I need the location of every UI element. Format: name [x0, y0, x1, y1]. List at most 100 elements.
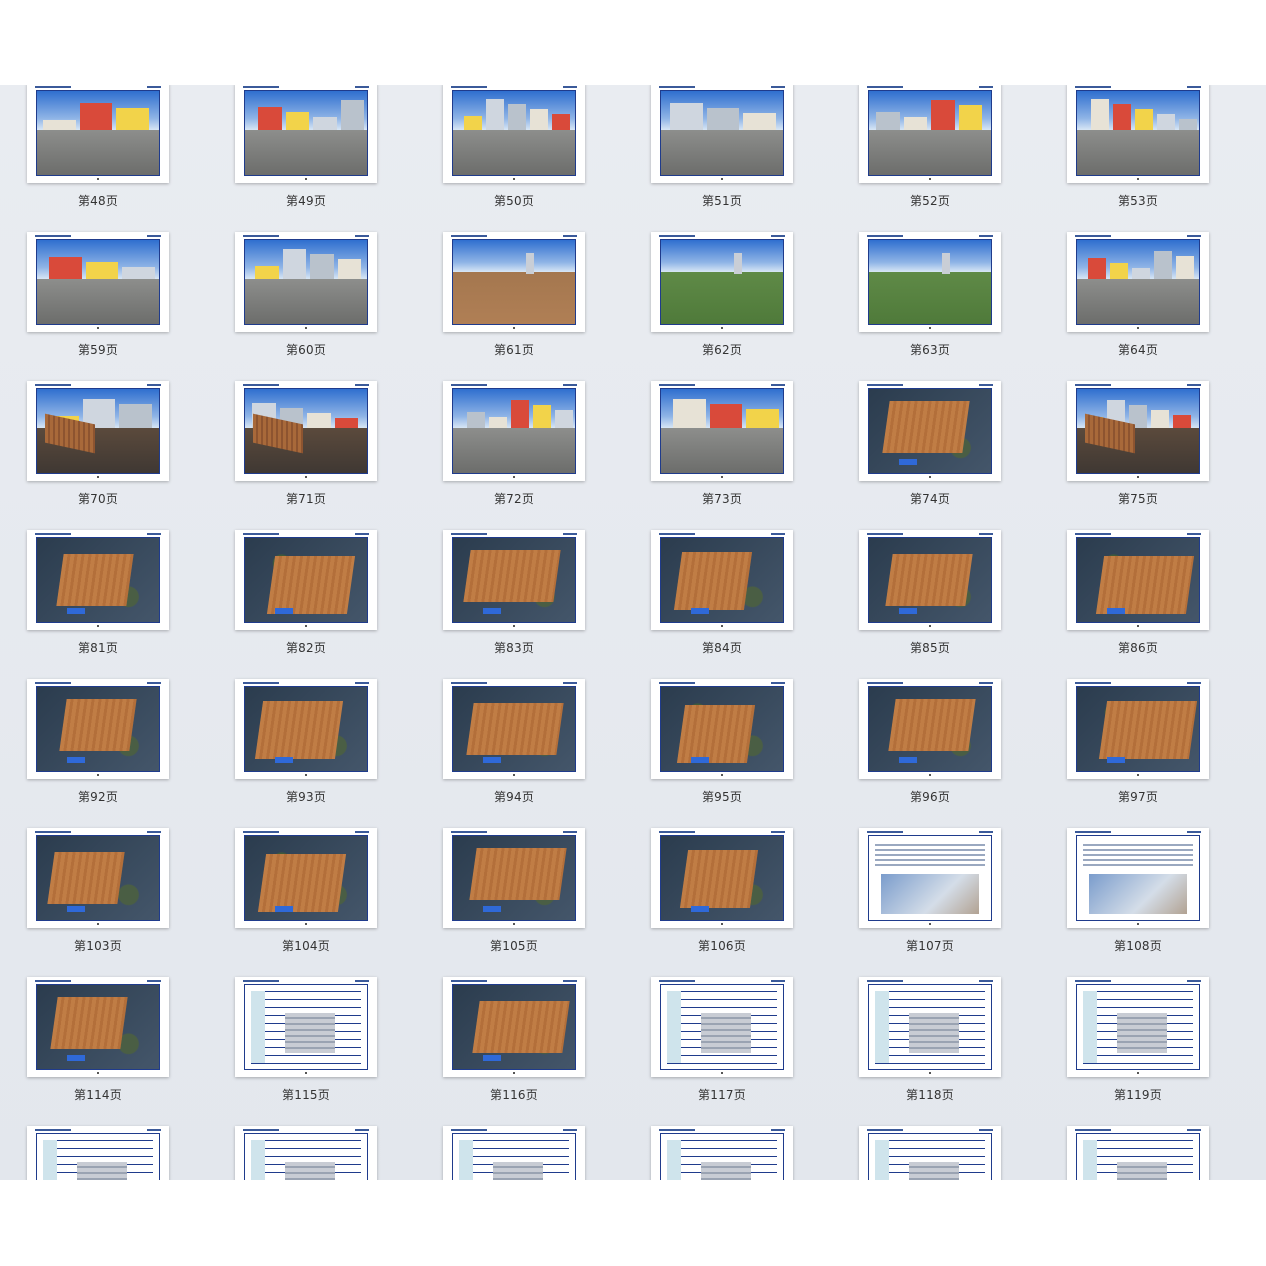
page-header-rule — [1075, 831, 1201, 834]
page-preview-image — [36, 1133, 160, 1180]
page-header-rule — [1075, 682, 1201, 685]
page-thumbnail[interactable] — [1067, 977, 1209, 1077]
page-thumbnail[interactable] — [859, 977, 1001, 1077]
page-thumbnail[interactable] — [443, 85, 585, 183]
page-thumbnail[interactable] — [27, 381, 169, 481]
page-thumbnail[interactable] — [235, 381, 377, 481]
page-number-mark — [929, 1072, 931, 1074]
page-number-mark — [721, 923, 723, 925]
page-thumbnail[interactable] — [859, 85, 1001, 183]
page-thumbnail[interactable] — [1067, 828, 1209, 928]
page-thumbnail[interactable] — [651, 85, 793, 183]
page-thumbnail[interactable] — [651, 381, 793, 481]
page-thumbnail[interactable] — [443, 381, 585, 481]
page-header-rule — [659, 980, 785, 983]
page-thumbnail[interactable] — [651, 1126, 793, 1180]
page-header-rule — [867, 533, 993, 536]
page-thumbnail[interactable] — [235, 977, 377, 1077]
page-thumbnail[interactable] — [443, 977, 585, 1077]
page-number-mark — [929, 625, 931, 627]
page-header-rule — [243, 86, 369, 89]
page-preview-image — [660, 537, 784, 623]
page-thumbnail[interactable] — [27, 679, 169, 779]
page-thumbnail[interactable] — [443, 828, 585, 928]
page-thumbnail[interactable] — [651, 679, 793, 779]
page-header-rule — [35, 235, 161, 238]
page-thumbnail[interactable] — [27, 828, 169, 928]
page-header-rule — [243, 235, 369, 238]
page-preview-image — [660, 984, 784, 1070]
page-number-label: 第62页 — [701, 343, 743, 357]
page-thumbnail[interactable] — [443, 530, 585, 630]
page-thumbnail[interactable] — [1067, 85, 1209, 183]
page-thumbnail[interactable] — [859, 232, 1001, 332]
page-header-rule — [451, 682, 577, 685]
page-number-mark — [721, 625, 723, 627]
page-thumbnail[interactable] — [235, 1126, 377, 1180]
page-header-rule — [35, 831, 161, 834]
page-thumbnail[interactable] — [651, 232, 793, 332]
page-thumbnail[interactable] — [651, 828, 793, 928]
page-thumbnail[interactable] — [235, 232, 377, 332]
page-header-rule — [1075, 235, 1201, 238]
page-number-mark — [721, 178, 723, 180]
page-thumbnail[interactable] — [1067, 381, 1209, 481]
page-number-label: 第117页 — [698, 1088, 746, 1102]
page-number-label: 第115页 — [282, 1088, 330, 1102]
page-thumbnail[interactable] — [235, 679, 377, 779]
page-thumbnail[interactable] — [443, 679, 585, 779]
page-preview-image — [244, 984, 368, 1070]
page-thumbnail[interactable] — [27, 977, 169, 1077]
page-thumbnail[interactable] — [1067, 1126, 1209, 1180]
page-preview-image — [244, 835, 368, 921]
page-preview-image — [244, 1133, 368, 1180]
page-number-mark — [513, 178, 515, 180]
page-thumbnail[interactable] — [859, 828, 1001, 928]
page-number-mark — [1137, 1072, 1139, 1074]
page-preview-image — [868, 239, 992, 325]
page-number-label: 第116页 — [490, 1088, 538, 1102]
page-number-mark — [513, 774, 515, 776]
page-thumbnail[interactable] — [859, 530, 1001, 630]
page-thumbnail[interactable] — [27, 1126, 169, 1180]
page-header-rule — [35, 1129, 161, 1132]
page-preview-image — [660, 90, 784, 176]
page-number-label: 第75页 — [1117, 492, 1159, 506]
page-preview-image — [868, 835, 992, 921]
page-number-mark — [1137, 178, 1139, 180]
page-thumbnail[interactable] — [859, 381, 1001, 481]
page-thumbnail[interactable] — [235, 530, 377, 630]
page-preview-image — [452, 835, 576, 921]
page-preview-image — [868, 686, 992, 772]
page-preview-image — [1076, 388, 1200, 474]
page-number-mark — [97, 327, 99, 329]
page-number-label: 第48页 — [77, 194, 119, 208]
page-thumbnail[interactable] — [1067, 232, 1209, 332]
page-thumbnail[interactable] — [443, 1126, 585, 1180]
page-number-mark — [305, 923, 307, 925]
page-thumbnail[interactable] — [443, 232, 585, 332]
page-thumbnail[interactable] — [27, 85, 169, 183]
page-preview-image — [868, 388, 992, 474]
page-preview-image — [868, 537, 992, 623]
page-thumbnail[interactable] — [235, 828, 377, 928]
page-thumbnail[interactable] — [651, 530, 793, 630]
page-thumbnail[interactable] — [859, 679, 1001, 779]
thumbnail-viewer[interactable]: 第48页 第49页 第50页 第51页 第52页 第53页 第59页 第60页 第61页 第62页… — [0, 85, 1266, 1180]
page-thumbnail[interactable] — [859, 1126, 1001, 1180]
page-header-rule — [1075, 384, 1201, 387]
page-number-mark — [1137, 476, 1139, 478]
page-preview-image — [1076, 686, 1200, 772]
page-thumbnail[interactable] — [1067, 679, 1209, 779]
page-number-label: 第82页 — [285, 641, 327, 655]
page-thumbnail[interactable] — [651, 977, 793, 1077]
page-number-label: 第97页 — [1117, 790, 1159, 804]
page-thumbnail[interactable] — [27, 530, 169, 630]
page-preview-image — [36, 835, 160, 921]
page-preview-image — [1076, 239, 1200, 325]
page-thumbnail[interactable] — [27, 232, 169, 332]
page-header-rule — [867, 831, 993, 834]
page-thumbnail[interactable] — [1067, 530, 1209, 630]
page-number-mark — [97, 625, 99, 627]
page-thumbnail[interactable] — [235, 85, 377, 183]
